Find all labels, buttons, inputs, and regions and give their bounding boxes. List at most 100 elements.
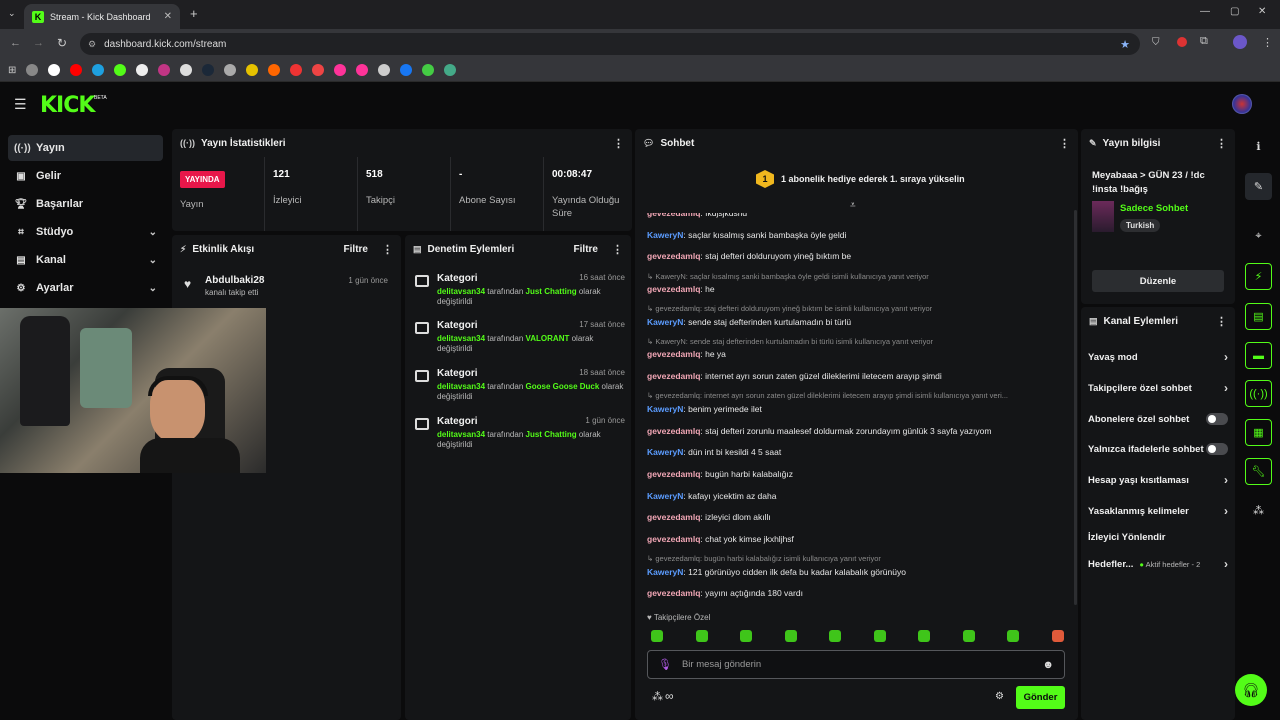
user-avatar[interactable] <box>1232 94 1252 114</box>
bookmark-icon[interactable] <box>356 64 369 76</box>
chat-message[interactable]: gevezedamlq: he ya <box>647 349 726 359</box>
tab-list-icon[interactable]: ⌄ <box>8 8 16 19</box>
extensions-icon[interactable]: ⧉ <box>1200 35 1208 48</box>
microphone-icon[interactable]: 🎙︎ <box>658 658 672 671</box>
chat-message[interactable]: KaweryN: 121 görünüyo cidden ilk defa bu… <box>647 567 906 577</box>
chat-username[interactable]: KaweryN <box>647 404 683 414</box>
bookmark-icon[interactable] <box>246 64 259 76</box>
chat-input[interactable]: 🎙︎ Bir mesaj gönderin ☻ <box>647 650 1065 679</box>
chat-message[interactable]: KaweryN: saçlar kısalmış sanki bambaşka … <box>647 230 846 240</box>
profile-avatar[interactable] <box>1233 35 1247 49</box>
chat-message[interactable]: gevezedamlq: yayını açtığında 180 vardı <box>647 588 803 598</box>
moderation-icon[interactable]: ▦ <box>1245 419 1272 446</box>
more-options-icon[interactable]: ⋮ <box>1216 137 1227 150</box>
infinity-icon[interactable]: ∞ <box>665 689 674 703</box>
browser-tab[interactable]: K Stream - Kick Dashboard ✕ <box>24 4 180 29</box>
target-icon[interactable]: ⌖ <box>1245 223 1272 250</box>
chat-message[interactable]: gevezedamlq: bugün harbi kalabalığız <box>647 469 793 479</box>
chat-username[interactable]: KaweryN <box>647 317 683 327</box>
collapse-pinned-icon[interactable]: ⩡ <box>850 200 856 211</box>
chat-username[interactable]: KaweryN <box>647 491 683 501</box>
menu-icon[interactable]: ☰ <box>14 96 27 113</box>
pinned-message[interactable]: 1 abonelik hediye ederek 1. sıraya yükse… <box>781 174 965 184</box>
channel-action-item[interactable]: Abonelere özel sohbet <box>1088 412 1228 426</box>
bookmark-pocket-icon[interactable] <box>312 64 325 76</box>
channel-action-item[interactable]: Yavaş mod › <box>1088 350 1228 364</box>
sidebar-item-kanal[interactable]: ▤ Kanal ⌄ <box>8 247 163 273</box>
sidebar-item-basarilar[interactable]: 🏆︎ Başarılar <box>8 191 163 217</box>
toggle-switch[interactable] <box>1206 443 1228 455</box>
filter-button[interactable]: Filtre <box>574 244 598 255</box>
chat-message[interactable]: gevezedamlq: internet ayrı sorun zaten g… <box>647 371 942 381</box>
chat-message[interactable]: gevezedamlq: staj defteri zorunlu maales… <box>647 426 991 436</box>
category-link[interactable]: Sadece Sohbet <box>1120 203 1188 214</box>
lightning-icon[interactable]: ⚡︎ <box>1245 263 1272 290</box>
chat-message[interactable]: gevezedamlq: he <box>647 284 715 294</box>
chat-bubble-icon[interactable]: ▬ <box>1245 342 1272 369</box>
wrench-icon[interactable]: 🔧︎ <box>1245 458 1272 485</box>
moderator-name[interactable]: delitavsan34 <box>437 287 485 296</box>
moderator-name[interactable]: delitavsan34 <box>437 334 485 343</box>
category-name[interactable]: VALORANT <box>526 334 570 343</box>
emote-icon[interactable] <box>740 630 752 642</box>
edit-button[interactable]: Düzenle <box>1092 270 1224 292</box>
channel-action-item[interactable]: Hesap yaşı kısıtlaması › <box>1088 473 1228 487</box>
channel-action-item[interactable]: Yasaklanmış kelimeler › <box>1088 504 1228 518</box>
channel-action-item[interactable]: İzleyici Yönlendir <box>1088 530 1228 544</box>
bookmark-kick-icon[interactable] <box>114 64 127 76</box>
kick-logo[interactable]: KICK <box>40 93 95 118</box>
sidebar-item-studyo[interactable]: ⌗ Stüdyo ⌄ <box>8 219 163 245</box>
chat-scrollbar[interactable] <box>1074 210 1077 605</box>
emote-icon[interactable] <box>962 630 975 642</box>
toggle-switch[interactable] <box>1206 413 1228 425</box>
close-tab-icon[interactable]: ✕ <box>164 11 172 22</box>
emote-icon[interactable] <box>1051 630 1064 642</box>
new-tab-icon[interactable]: + <box>190 6 198 21</box>
chat-username[interactable]: gevezedamlq <box>647 469 700 479</box>
bookmark-icon[interactable] <box>92 64 105 76</box>
support-headset-icon[interactable]: 🎧︎ <box>1235 674 1267 706</box>
reload-icon[interactable]: ↻ <box>57 36 67 50</box>
chat-message[interactable]: KaweryN: kafayı yicektim az daha <box>647 491 776 501</box>
bookmark-star-icon[interactable]: ★ <box>1120 38 1130 51</box>
channel-action-item[interactable]: Hedefler... ● Aktif hedefler - 2 › <box>1088 557 1228 571</box>
chat-username[interactable]: gevezedamlq <box>647 251 700 261</box>
sidebar-item-yayin[interactable]: ((·)) Yayın <box>8 135 163 161</box>
emote-icon[interactable] <box>1007 630 1019 642</box>
chat-message[interactable]: gevezedamlq: chat yok kimse jkxhljhsf <box>647 534 794 544</box>
close-window-icon[interactable]: ✕ <box>1258 6 1266 17</box>
bookmark-icon[interactable] <box>290 64 303 76</box>
more-options-icon[interactable]: ⋮ <box>613 137 624 150</box>
filter-button[interactable]: Filtre <box>344 244 368 255</box>
browser-menu-icon[interactable]: ⋮ <box>1262 36 1273 49</box>
sidebar-item-ayarlar[interactable]: ⚙ Ayarlar ⌄ <box>8 275 163 301</box>
emote-icon[interactable] <box>829 630 841 642</box>
channel-action-item[interactable]: Takipçilere özel sohbet › <box>1088 381 1228 395</box>
bookmark-icon[interactable] <box>268 64 281 76</box>
chat-username[interactable]: gevezedamlq <box>647 534 700 544</box>
emote-icon[interactable] <box>918 630 930 642</box>
bookmark-youtube-icon[interactable] <box>70 64 83 76</box>
broadcast-icon[interactable]: ((·)) <box>1245 380 1272 407</box>
channel-action-item[interactable]: Yalnızca ifadelerle sohbet <box>1088 442 1228 456</box>
chat-settings-icon[interactable]: ⚙ <box>995 691 1004 702</box>
chat-message[interactable]: gevezedamlq: staj defteri dolduruyom yin… <box>647 251 851 261</box>
apps-icon[interactable]: ⊞ <box>8 65 16 76</box>
bookmark-icon[interactable] <box>444 64 457 76</box>
more-options-icon[interactable]: ⋮ <box>1059 137 1070 150</box>
category-name[interactable]: Just Chatting <box>526 287 577 296</box>
chat-username[interactable]: gevezedamlq <box>647 349 700 359</box>
info-icon[interactable]: ℹ <box>1245 133 1272 160</box>
more-options-icon[interactable]: ⋮ <box>382 243 393 256</box>
bookmark-icon[interactable] <box>180 64 193 76</box>
bookmark-facebook-icon[interactable] <box>400 64 413 76</box>
bookmark-icon[interactable] <box>422 64 435 76</box>
chat-username[interactable]: gevezedamlq <box>647 512 700 522</box>
category-name[interactable]: Just Chatting <box>526 430 577 439</box>
back-icon[interactable]: ← <box>10 37 21 49</box>
emote-icon[interactable] <box>784 630 797 642</box>
sidebar-item-gelir[interactable]: ▣ Gelir <box>8 163 163 189</box>
emote-icon[interactable] <box>651 630 663 642</box>
minimize-icon[interactable]: — <box>1200 6 1210 17</box>
bookmark-icon[interactable] <box>334 64 347 76</box>
